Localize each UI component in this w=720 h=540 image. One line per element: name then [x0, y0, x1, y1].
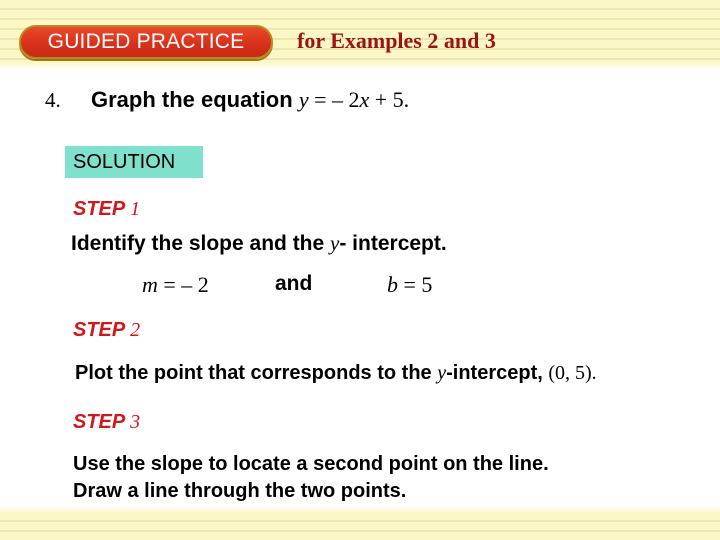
solution-label: SOLUTION: [65, 146, 203, 178]
step-2-text-after: -intercept,: [446, 362, 549, 384]
equation-part-2: + 5.: [369, 87, 410, 112]
problem-number: 4.: [45, 88, 61, 112]
step-2-y-var: y: [437, 362, 447, 384]
step-3-number: 3: [130, 411, 141, 433]
step-1-text-after: - intercept.: [339, 232, 447, 255]
step-1-number: 1: [130, 198, 141, 220]
and-connector: and: [275, 272, 313, 295]
step-2-text: Plot the point that corresponds to the y…: [75, 362, 597, 385]
footer-band: [0, 512, 720, 540]
problem-instruction: Graph the equation: [91, 87, 293, 112]
step-1-y-var: y: [330, 231, 340, 255]
equation-part-1: = – 2: [308, 87, 360, 112]
step-3-line-1: Use the slope to locate a second point o…: [73, 453, 549, 475]
intercept-var: b: [387, 272, 398, 297]
step-3-line-2: Draw a line through the two points.: [73, 480, 407, 502]
slope-var: m: [142, 272, 158, 297]
step-2-label: STEP 2: [73, 319, 140, 342]
equation-y-var: y: [298, 87, 309, 112]
step-2-point: (0, 5).: [548, 362, 597, 384]
step-3-label: STEP 3: [73, 411, 140, 434]
step-2-text-before: Plot the point that corresponds to the: [75, 362, 438, 384]
step-1-text-before: Identify the slope and the: [71, 232, 331, 255]
header-fade: [0, 62, 720, 70]
equation-x-var: x: [359, 87, 370, 112]
problem-statement: Graph the equation y = – 2x + 5.: [91, 87, 409, 113]
step-3-word: STEP: [73, 411, 125, 433]
problem-equation: y = – 2x + 5.: [299, 87, 409, 112]
guided-practice-badge: GUIDED PRACTICE: [19, 25, 273, 59]
slope-equals: = – 2: [157, 272, 209, 297]
header-subtitle: for Examples 2 and 3: [297, 28, 496, 53]
step-2-word: STEP: [73, 319, 125, 341]
slope-value: m = – 2: [142, 272, 209, 298]
step-1-label: STEP 1: [73, 198, 140, 221]
step-1-word: STEP: [73, 198, 125, 220]
step-1-text: Identify the slope and the y- intercept.: [71, 231, 447, 256]
intercept-value: b = 5: [387, 272, 432, 298]
step-2-number: 2: [130, 319, 141, 341]
intercept-equals: = 5: [398, 272, 433, 297]
